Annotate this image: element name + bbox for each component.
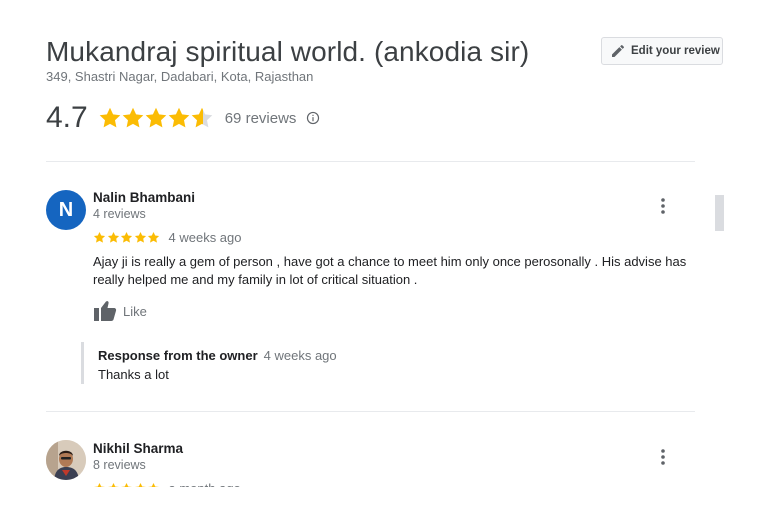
star-icon	[99, 107, 121, 128]
more-options-button[interactable]	[653, 447, 673, 467]
thumbs-up-icon	[94, 301, 117, 321]
reviewer-review-count[interactable]: 4 reviews	[93, 207, 146, 221]
star-icon	[122, 107, 144, 128]
review-count-link[interactable]: 69 reviews	[225, 110, 297, 127]
owner-response: Response from the owner 4 weeks ago Thank…	[81, 342, 337, 384]
reviewer-name[interactable]: Nikhil Sharma	[93, 441, 183, 456]
info-icon[interactable]	[306, 111, 320, 125]
place-title: Mukandraj spiritual world. (ankodia sir)	[46, 36, 530, 67]
star-icon	[134, 231, 146, 243]
scrollbar-thumb[interactable]	[715, 195, 724, 231]
reviewer-review-count[interactable]: 8 reviews	[93, 458, 146, 472]
pencil-icon	[612, 44, 625, 57]
review-text: Ajay ji is really a gem of person , have…	[93, 254, 687, 287]
edit-review-button[interactable]: Edit your review	[601, 37, 723, 65]
review-stars	[93, 231, 161, 244]
place-address: 349, Shastri Nagar, Dadabari, Kota, Raja…	[46, 69, 314, 84]
rating-number: 4.7	[46, 101, 88, 134]
review-time: 4 weeks ago	[168, 230, 242, 245]
response-label: Response from the owner	[98, 348, 258, 363]
like-button[interactable]: Like	[93, 300, 147, 322]
star-icon	[168, 107, 190, 128]
response-time: 4 weeks ago	[263, 348, 337, 363]
review-rating: 4 weeks ago	[93, 230, 242, 245]
more-vert-icon	[661, 449, 665, 465]
star-icon	[147, 231, 160, 243]
edit-review-label: Edit your review	[631, 45, 720, 57]
divider	[46, 161, 695, 162]
star-icon	[145, 107, 167, 128]
avatar[interactable]: N	[46, 190, 86, 230]
more-options-button[interactable]	[653, 196, 673, 216]
like-label: Like	[123, 303, 147, 319]
star-icon	[107, 231, 119, 243]
reviewer-name[interactable]: Nalin Bhambani	[93, 190, 195, 205]
response-text: Thanks a lot	[98, 367, 169, 382]
profile-photo	[46, 440, 86, 480]
star-icon	[120, 231, 133, 243]
star-icon	[93, 231, 106, 243]
divider	[46, 411, 695, 412]
avatar[interactable]	[46, 440, 86, 480]
viewport-clip	[0, 487, 757, 522]
more-vert-icon	[661, 198, 665, 214]
star-icon	[191, 107, 213, 128]
rating-summary: 4.7 69 reviews	[46, 98, 320, 138]
rating-stars	[98, 106, 213, 130]
